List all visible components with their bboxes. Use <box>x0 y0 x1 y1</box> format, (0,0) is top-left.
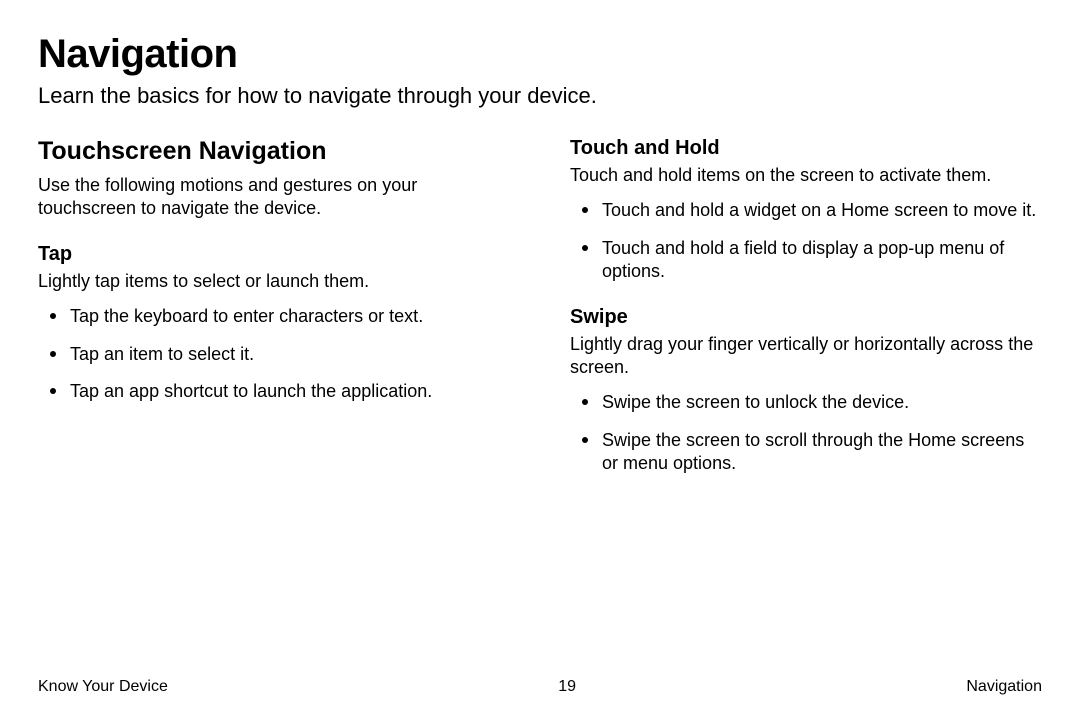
section-heading-touchscreen: Touchscreen Navigation <box>38 137 510 166</box>
touchhold-heading: Touch and Hold <box>570 137 1042 160</box>
list-item: Touch and hold a field to display a pop-… <box>588 237 1042 284</box>
page-footer: Know Your Device 19 Navigation <box>0 678 1080 696</box>
content-columns: Touchscreen Navigation Use the following… <box>38 137 1042 490</box>
tap-desc: Lightly tap items to select or launch th… <box>38 270 510 293</box>
list-item: Swipe the screen to unlock the device. <box>588 391 1042 414</box>
swipe-list: Swipe the screen to unlock the device. S… <box>570 391 1042 475</box>
right-column: Touch and Hold Touch and hold items on t… <box>570 137 1042 490</box>
swipe-heading: Swipe <box>570 306 1042 329</box>
tap-heading: Tap <box>38 243 510 266</box>
list-item: Tap an item to select it. <box>56 343 510 366</box>
left-column: Touchscreen Navigation Use the following… <box>38 137 510 490</box>
footer-left: Know Your Device <box>38 678 168 696</box>
list-item: Tap the keyboard to enter characters or … <box>56 305 510 328</box>
page-title: Navigation <box>38 32 1042 77</box>
touchhold-desc: Touch and hold items on the screen to ac… <box>570 164 1042 187</box>
page-subtitle: Learn the basics for how to navigate thr… <box>38 83 1042 109</box>
list-item: Tap an app shortcut to launch the applic… <box>56 380 510 403</box>
footer-right: Navigation <box>966 678 1042 696</box>
footer-page-number: 19 <box>558 678 576 696</box>
touchhold-list: Touch and hold a widget on a Home screen… <box>570 199 1042 283</box>
section-intro: Use the following motions and gestures o… <box>38 174 510 221</box>
list-item: Swipe the screen to scroll through the H… <box>588 429 1042 476</box>
swipe-desc: Lightly drag your finger vertically or h… <box>570 333 1042 380</box>
tap-list: Tap the keyboard to enter characters or … <box>38 305 510 403</box>
list-item: Touch and hold a widget on a Home screen… <box>588 199 1042 222</box>
